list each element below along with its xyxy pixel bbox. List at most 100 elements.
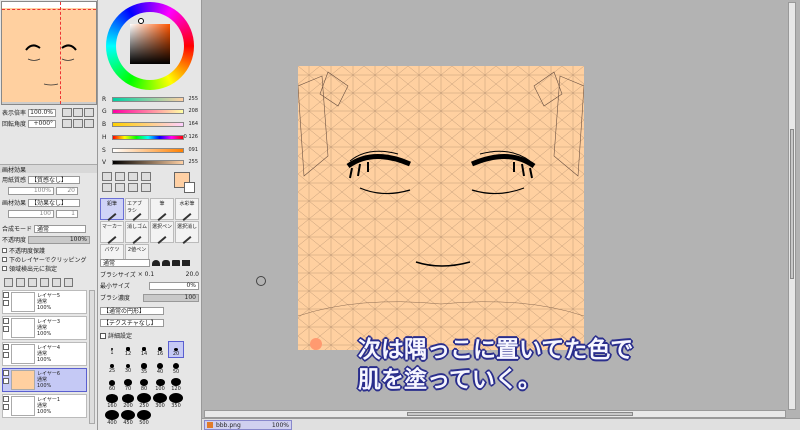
brush-size-preset[interactable]: 16 <box>152 341 168 358</box>
layer-lock-icon[interactable] <box>3 378 9 384</box>
zoom-value[interactable]: 100.0% <box>28 108 57 117</box>
tool-button[interactable]: マーカー <box>100 221 124 244</box>
rotate-left-button[interactable] <box>62 119 72 128</box>
brush-size-preset[interactable]: 250 <box>136 392 152 409</box>
layer-scrollbar[interactable] <box>89 290 95 424</box>
brush-shape-select[interactable]: 【通常の円形】 <box>100 306 164 315</box>
brush-size-preset[interactable]: 500 <box>136 409 152 426</box>
clip-checkbox[interactable] <box>2 257 7 262</box>
s-slider[interactable] <box>112 148 184 153</box>
zoom-out-button[interactable] <box>62 108 72 117</box>
new-layer-icon[interactable] <box>4 278 13 287</box>
color-wheel[interactable] <box>106 2 194 90</box>
brush-size-preset[interactable]: 100 <box>152 375 168 392</box>
bg-color-swatch[interactable] <box>184 182 195 193</box>
zoom-reset-button[interactable] <box>84 108 94 117</box>
option-clip[interactable]: 下のレイヤーでクリッピング <box>2 255 95 264</box>
folder-icon[interactable] <box>28 278 37 287</box>
hand-icon[interactable] <box>128 183 138 192</box>
brush-size-preset[interactable]: 1 <box>104 341 120 358</box>
rotate-right-button[interactable] <box>73 119 83 128</box>
edge-soft-icon[interactable] <box>152 259 160 266</box>
new-folder-icon[interactable] <box>16 278 25 287</box>
effect-strength[interactable]: 1 <box>56 209 78 218</box>
brush-size-preset[interactable]: 350 <box>168 392 184 409</box>
g-slider[interactable] <box>112 109 184 114</box>
visibility-eye-icon[interactable] <box>3 370 9 376</box>
texture-select[interactable]: 【質感なし】 <box>28 175 81 184</box>
effect-amount[interactable]: 100 <box>8 209 54 218</box>
blend-mode-select[interactable]: 通常 <box>34 224 87 233</box>
magic-wand-icon[interactable] <box>128 172 138 181</box>
layer-item[interactable]: レイヤー4 通常 100% <box>2 342 87 366</box>
tool-button[interactable]: 消しゴム <box>125 221 149 244</box>
document-tab[interactable]: bbb.png 100% <box>204 420 292 430</box>
visibility-eye-icon[interactable] <box>3 396 9 402</box>
layer-lock-icon[interactable] <box>3 404 9 410</box>
layer-item[interactable]: レイヤー5 通常 100% <box>2 290 87 314</box>
brush-size-preset[interactable]: 40 <box>152 358 168 375</box>
h-slider[interactable] <box>112 135 184 140</box>
density-slider[interactable]: 100 <box>143 293 199 302</box>
b-slider[interactable] <box>112 122 184 127</box>
layer-lock-icon[interactable] <box>3 352 9 358</box>
option-protect[interactable]: 不透明度保護 <box>2 246 95 255</box>
edge-sharp-icon[interactable] <box>182 259 190 266</box>
edge-hard-icon[interactable] <box>172 259 180 266</box>
tool-button[interactable]: エアブラシ <box>125 198 149 221</box>
brush-size-preset[interactable]: 20 <box>168 341 184 358</box>
transfer-layer-icon[interactable] <box>52 278 61 287</box>
horizontal-scroll-thumb[interactable] <box>407 412 633 416</box>
texture-strength[interactable]: 20 <box>56 186 78 195</box>
detail-row[interactable]: 詳細設定 <box>100 331 199 340</box>
layer-item[interactable]: レイヤー6 通常 100% <box>2 368 87 392</box>
layer-item[interactable]: レイヤー3 通常 100% <box>2 316 87 340</box>
option-select-src[interactable]: 領域検出元に指定 <box>2 264 95 273</box>
visibility-eye-icon[interactable] <box>3 318 9 324</box>
zoom-icon[interactable] <box>102 183 112 192</box>
layer-lock-icon[interactable] <box>3 326 9 332</box>
detail-toggle-icon[interactable] <box>100 332 106 339</box>
min-size-slider[interactable]: 0% <box>149 281 199 290</box>
brush-size-preset[interactable]: 80 <box>136 375 152 392</box>
rotate-icon[interactable] <box>115 183 125 192</box>
lasso-icon[interactable] <box>115 172 125 181</box>
layer-lock-icon[interactable] <box>3 300 9 306</box>
delete-layer-icon[interactable] <box>64 278 73 287</box>
canvas-image[interactable] <box>298 66 584 350</box>
horizontal-scrollbar[interactable] <box>204 410 786 418</box>
edge-medium-icon[interactable] <box>162 259 170 266</box>
protect-checkbox[interactable] <box>2 248 7 253</box>
vertical-scroll-thumb[interactable] <box>790 129 794 279</box>
brush-size-preset[interactable]: 160 <box>104 392 120 409</box>
eyedropper-icon[interactable] <box>141 183 151 192</box>
select-src-checkbox[interactable] <box>2 266 7 271</box>
sv-square[interactable] <box>130 24 170 64</box>
effect-select[interactable]: 【効果なし】 <box>28 198 81 207</box>
brush-size-preset[interactable]: 14 <box>136 341 152 358</box>
brush-size-preset[interactable]: 35 <box>136 358 152 375</box>
brush-size-preset[interactable]: 30 <box>120 358 136 375</box>
brush-size-multiplier[interactable]: × 0.1 <box>138 271 154 278</box>
tool-button[interactable]: 選択消し <box>175 221 199 244</box>
zoom-in-button[interactable] <box>73 108 83 117</box>
v-slider[interactable] <box>112 160 184 165</box>
brush-size-preset[interactable]: 12 <box>120 341 136 358</box>
hue-marker[interactable] <box>138 18 144 24</box>
r-slider[interactable] <box>112 97 184 102</box>
rotate-reset-button[interactable] <box>84 119 94 128</box>
brush-size-preset[interactable]: 60 <box>104 375 120 392</box>
brush-size-preset[interactable]: 120 <box>168 375 184 392</box>
tool-button[interactable]: 選択ペン <box>150 221 174 244</box>
select-rect-icon[interactable] <box>102 172 112 181</box>
tool-button[interactable]: 水彩筆 <box>175 198 199 221</box>
brush-size-preset[interactable]: 300 <box>152 392 168 409</box>
brush-mode-select[interactable]: 通常 <box>100 258 150 267</box>
texture-amount[interactable]: 100% <box>8 186 54 195</box>
rotation-value[interactable]: +000° <box>28 119 57 128</box>
navigator-preview[interactable] <box>1 1 97 105</box>
brush-size-preset[interactable]: 200 <box>120 392 136 409</box>
opacity-slider[interactable]: 100% <box>28 235 91 244</box>
copy-layer-icon[interactable] <box>40 278 49 287</box>
brush-size-preset[interactable]: 50 <box>168 358 184 375</box>
